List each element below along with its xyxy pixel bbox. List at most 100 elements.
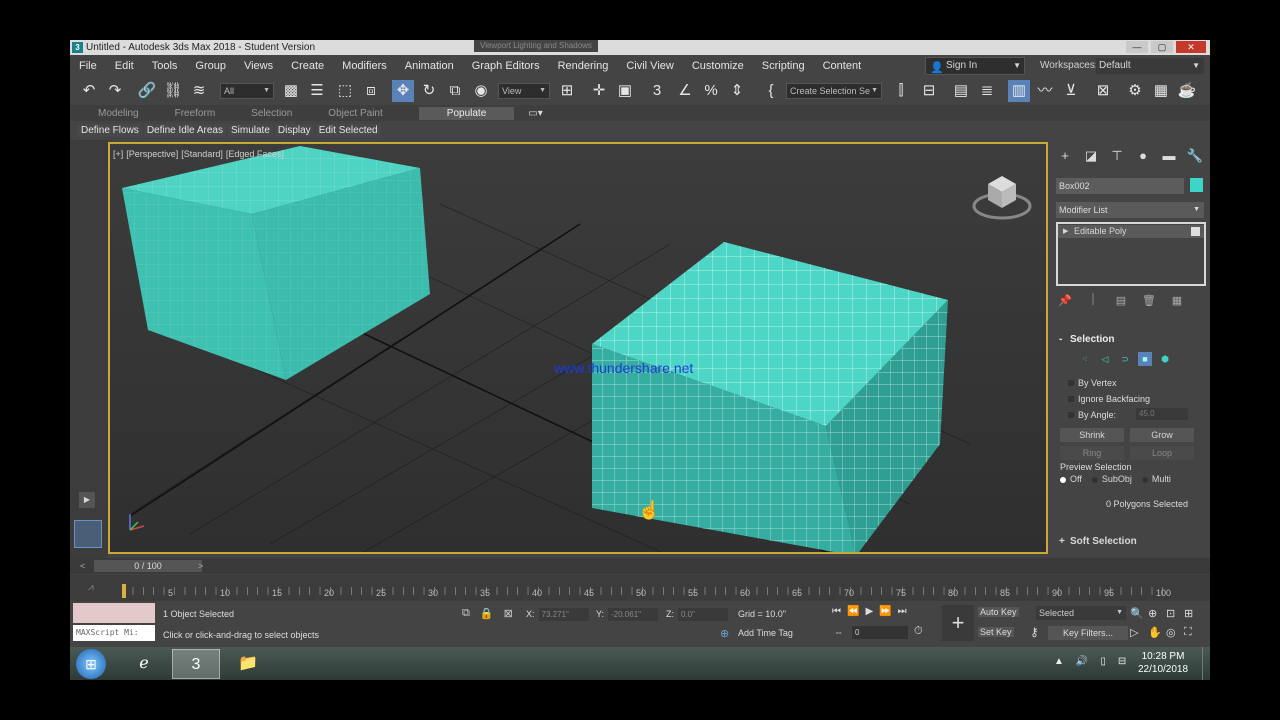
- tab-object-paint[interactable]: Object Paint: [328, 108, 382, 119]
- play-icon[interactable]: ▶: [79, 492, 95, 508]
- menu-create[interactable]: Create: [282, 60, 333, 72]
- motion-tab-icon[interactable]: ●: [1134, 148, 1152, 164]
- preview-multi-radio[interactable]: Multi: [1141, 474, 1171, 488]
- render-production-icon[interactable]: ☕: [1176, 80, 1198, 102]
- previous-key-icon[interactable]: ⏪: [847, 606, 859, 617]
- select-and-place-icon[interactable]: ◉: [470, 80, 492, 102]
- menu-animation[interactable]: Animation: [396, 60, 463, 72]
- time-configuration-icon[interactable]: ⏱: [914, 625, 923, 638]
- display-button[interactable]: Display: [274, 123, 314, 137]
- selection-filter[interactable]: All ▼: [220, 83, 274, 99]
- show-desktop-button[interactable]: [1202, 647, 1210, 680]
- loop-button[interactable]: Loop: [1130, 446, 1194, 460]
- orbit-icon[interactable]: ◎: [1166, 626, 1184, 639]
- file-explorer-icon[interactable]: 📁: [224, 649, 272, 679]
- start-button[interactable]: ⊞: [76, 649, 106, 679]
- play-icon[interactable]: ▶: [865, 606, 873, 617]
- perspective-viewport[interactable]: [+] [Perspective] [Standard] [Edged Faces] …: [108, 142, 1048, 554]
- track-bar[interactable]: ⩘ 5 10 15 20 25 30 35 40 45 50 55 60 65 70 75 80 85 90 95 1…: [70, 575, 1210, 601]
- select-and-scale-icon[interactable]: ⧉: [444, 80, 466, 102]
- select-object-icon[interactable]: ▩: [280, 80, 302, 102]
- layer-explorer-icon[interactable]: ≣: [976, 80, 998, 102]
- pivot-center-icon[interactable]: ⊞: [556, 80, 578, 102]
- zoom-icon[interactable]: 🔍: [1130, 607, 1148, 620]
- tab-populate[interactable]: Populate: [418, 106, 515, 120]
- modifier-toggle-icon[interactable]: [1191, 227, 1200, 236]
- ribbon-options-icon[interactable]: ▭▾: [528, 108, 542, 119]
- pan-view-icon[interactable]: ✋: [1148, 626, 1166, 639]
- menu-views[interactable]: Views: [235, 60, 282, 72]
- spinner-snap-icon[interactable]: ⇕: [726, 80, 748, 102]
- ring-button[interactable]: Ring: [1060, 446, 1124, 460]
- expand-triangle-icon[interactable]: ▶: [1063, 225, 1068, 238]
- render-setup-icon[interactable]: ⚙: [1124, 80, 1146, 102]
- grow-button[interactable]: Grow: [1130, 428, 1194, 442]
- current-frame-field[interactable]: 0: [852, 626, 908, 639]
- percent-snap-icon[interactable]: %: [700, 80, 722, 102]
- menu-group[interactable]: Group: [186, 60, 235, 72]
- auto-key-button[interactable]: Auto Key: [978, 607, 1019, 617]
- field-of-view-icon[interactable]: ▷: [1130, 626, 1148, 639]
- maxscript-listener[interactable]: MAXScript Mi:: [73, 603, 155, 641]
- object-name-field[interactable]: Box002: [1056, 178, 1184, 194]
- y-value-field[interactable]: -20.061": [608, 608, 659, 621]
- simulate-button[interactable]: Simulate: [227, 123, 273, 137]
- viewport-pov-label[interactable]: [Perspective]: [126, 149, 178, 159]
- create-tab-icon[interactable]: +: [1056, 148, 1074, 164]
- make-unique-icon[interactable]: ▤: [1114, 294, 1128, 307]
- pin-stack-icon[interactable]: 📌: [1058, 294, 1072, 307]
- schematic-view-icon[interactable]: ⊻: [1060, 80, 1082, 102]
- viewport-layout-icon[interactable]: [74, 520, 102, 548]
- previous-frame-icon[interactable]: <: [80, 561, 85, 571]
- unlink-icon[interactable]: ⛓: [162, 80, 184, 102]
- toggle-ribbon-icon[interactable]: ▥: [1008, 80, 1030, 102]
- menu-tools[interactable]: Tools: [143, 60, 187, 72]
- preview-off-radio[interactable]: Off: [1060, 474, 1082, 488]
- viewport-style-label[interactable]: [Edged Faces]: [226, 149, 284, 159]
- menu-civil-view[interactable]: Civil View: [617, 60, 682, 72]
- taskbar-clock[interactable]: 10:28 PM 22/10/2018: [1138, 650, 1188, 676]
- menu-graph-editors[interactable]: Graph Editors: [463, 60, 549, 72]
- menu-scripting[interactable]: Scripting: [753, 60, 814, 72]
- ignore-backfacing-checkbox[interactable]: Ignore Backfacing: [1068, 394, 1150, 404]
- select-and-move-icon[interactable]: ✥: [392, 80, 414, 102]
- x-value-field[interactable]: 73.271": [538, 608, 589, 621]
- viewport-label[interactable]: [+] [Perspective] [Standard] [Edged Faces]: [113, 149, 287, 159]
- display-tab-icon[interactable]: ▬: [1160, 148, 1178, 164]
- viewport-menu-label[interactable]: [+]: [113, 149, 123, 159]
- snaps-toggle-icon[interactable]: 3: [646, 80, 668, 102]
- menu-edit[interactable]: Edit: [106, 60, 143, 72]
- close-button[interactable]: ✕: [1176, 41, 1206, 53]
- isolate-selection-icon[interactable]: ⧉: [462, 607, 470, 620]
- border-level-icon[interactable]: ⊃: [1118, 352, 1132, 366]
- default-in-out-tangent-icon[interactable]: +: [942, 605, 974, 641]
- configure-modifier-sets-icon[interactable]: ▦: [1170, 294, 1184, 307]
- edit-selected-button[interactable]: Edit Selected: [315, 123, 381, 137]
- shrink-button[interactable]: Shrink: [1060, 428, 1124, 442]
- utilities-tab-icon[interactable]: 🔧: [1186, 148, 1204, 164]
- remove-modifier-icon[interactable]: 🗑: [1142, 294, 1156, 307]
- sign-in-dropdown[interactable]: 👤 Sign In ▼: [925, 57, 1025, 75]
- reference-coordinate-system[interactable]: View ▼: [498, 83, 550, 99]
- rendered-frame-window-icon[interactable]: ▦: [1150, 80, 1172, 102]
- link-icon[interactable]: 🔗: [136, 80, 158, 102]
- viewcube-icon[interactable]: [972, 170, 1032, 222]
- internet-explorer-icon[interactable]: ℯ: [120, 649, 168, 679]
- define-idle-areas-button[interactable]: Define Idle Areas: [143, 123, 226, 137]
- time-slider-thumb[interactable]: 0 / 100: [94, 560, 202, 572]
- vertex-level-icon[interactable]: ⁖: [1078, 352, 1092, 366]
- z-value-field[interactable]: 0.0": [678, 608, 728, 621]
- tray-expand-icon[interactable]: ▲: [1054, 656, 1064, 667]
- window-crossing-icon[interactable]: ⧈: [360, 80, 382, 102]
- element-level-icon[interactable]: ⬢: [1158, 352, 1172, 366]
- mirror-icon[interactable]: ⫿: [890, 80, 912, 102]
- zoom-extents-icon[interactable]: ⊡: [1166, 607, 1184, 620]
- select-and-rotate-icon[interactable]: ↻: [418, 80, 440, 102]
- 3dsmax-taskbar-icon[interactable]: 3: [172, 649, 220, 679]
- redo-icon[interactable]: ↷: [104, 80, 126, 102]
- edge-level-icon[interactable]: ◁: [1098, 352, 1112, 366]
- menu-content[interactable]: Content: [814, 60, 871, 72]
- menu-file[interactable]: File: [70, 60, 106, 72]
- curve-editor-icon[interactable]: 〰: [1034, 80, 1056, 102]
- menu-rendering[interactable]: Rendering: [549, 60, 618, 72]
